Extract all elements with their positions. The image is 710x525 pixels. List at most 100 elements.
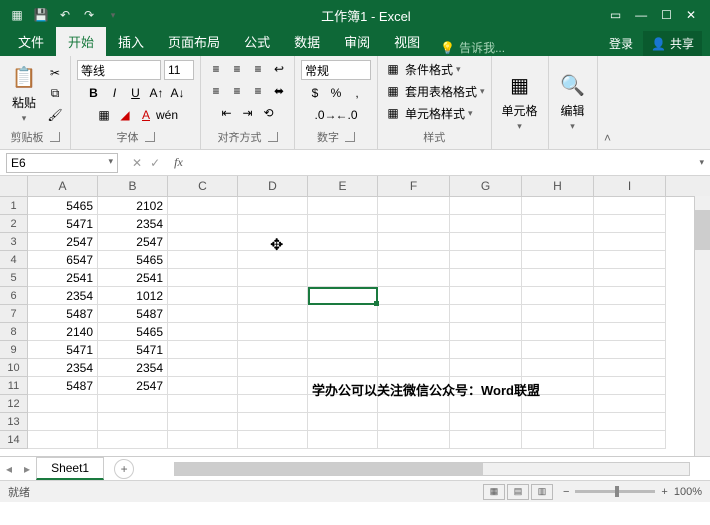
- qat-dropdown-icon[interactable]: ▾: [104, 6, 122, 24]
- cell[interactable]: [522, 323, 594, 341]
- cell[interactable]: [450, 197, 522, 215]
- cell[interactable]: [308, 323, 378, 341]
- column-header[interactable]: F: [378, 176, 450, 196]
- cell[interactable]: [594, 323, 666, 341]
- expand-formula-icon[interactable]: ▾: [693, 157, 710, 168]
- cell[interactable]: 2102: [98, 197, 168, 215]
- cell[interactable]: 5465: [98, 251, 168, 269]
- launcher-icon[interactable]: [50, 132, 60, 142]
- cell[interactable]: 5471: [28, 215, 98, 233]
- row-header[interactable]: 11: [0, 377, 28, 395]
- tab-insert[interactable]: 插入: [106, 27, 156, 56]
- cut-icon[interactable]: ✂: [46, 64, 64, 82]
- cell[interactable]: [450, 215, 522, 233]
- cell[interactable]: 5487: [28, 305, 98, 323]
- conditional-format-button[interactable]: ▦条件格式▾: [384, 60, 461, 78]
- font-color-icon[interactable]: A: [137, 106, 155, 124]
- redo-icon[interactable]: ↷: [80, 6, 98, 24]
- cell[interactable]: [238, 413, 308, 431]
- launcher-icon[interactable]: [345, 132, 355, 142]
- cell[interactable]: [594, 359, 666, 377]
- row-header[interactable]: 6: [0, 287, 28, 305]
- cell[interactable]: 5471: [98, 341, 168, 359]
- cell[interactable]: [522, 215, 594, 233]
- cell[interactable]: [378, 287, 450, 305]
- cell[interactable]: 5465: [28, 197, 98, 215]
- paste-button[interactable]: 📋 粘贴 ▾: [6, 64, 42, 124]
- launcher-icon[interactable]: [268, 132, 278, 142]
- number-format-select[interactable]: [301, 60, 371, 80]
- cell[interactable]: [594, 233, 666, 251]
- cell[interactable]: [450, 287, 522, 305]
- cell[interactable]: [168, 251, 238, 269]
- tab-review[interactable]: 审阅: [332, 27, 382, 56]
- accounting-icon[interactable]: $: [306, 84, 324, 102]
- add-sheet-button[interactable]: +: [114, 459, 134, 479]
- cell[interactable]: [378, 359, 450, 377]
- cell[interactable]: [238, 395, 308, 413]
- cell[interactable]: [308, 413, 378, 431]
- cell[interactable]: [378, 197, 450, 215]
- maximize-icon[interactable]: ☐: [661, 8, 672, 22]
- border-icon[interactable]: ▦: [95, 106, 113, 124]
- zoom-slider[interactable]: [575, 490, 655, 493]
- cell[interactable]: [308, 431, 378, 449]
- zoom-level[interactable]: 100%: [674, 486, 702, 498]
- column-header[interactable]: G: [450, 176, 522, 196]
- cell[interactable]: [594, 431, 666, 449]
- underline-button[interactable]: U: [127, 84, 145, 102]
- cell[interactable]: [238, 251, 308, 269]
- cell[interactable]: [594, 305, 666, 323]
- cell[interactable]: [168, 197, 238, 215]
- cell[interactable]: [168, 359, 238, 377]
- bold-button[interactable]: B: [85, 84, 103, 102]
- column-header[interactable]: B: [98, 176, 168, 196]
- cell[interactable]: [378, 413, 450, 431]
- cell[interactable]: 2547: [28, 233, 98, 251]
- cell[interactable]: [308, 269, 378, 287]
- login-link[interactable]: 登录: [609, 35, 633, 52]
- cell[interactable]: [378, 233, 450, 251]
- row-header[interactable]: 10: [0, 359, 28, 377]
- cell[interactable]: [522, 287, 594, 305]
- cell[interactable]: [168, 233, 238, 251]
- row-header[interactable]: 12: [0, 395, 28, 413]
- merge-icon[interactable]: ⬌: [270, 82, 288, 100]
- page-layout-view-icon[interactable]: ▤: [507, 484, 529, 500]
- vertical-scrollbar[interactable]: [694, 196, 710, 456]
- cell[interactable]: [168, 431, 238, 449]
- cell[interactable]: [308, 359, 378, 377]
- cell[interactable]: [98, 395, 168, 413]
- align-top-icon[interactable]: ≡: [207, 60, 225, 78]
- cell[interactable]: [522, 233, 594, 251]
- cell[interactable]: [594, 197, 666, 215]
- minimize-icon[interactable]: ―: [635, 8, 647, 22]
- wrap-text-icon[interactable]: ↩: [270, 60, 288, 78]
- cell[interactable]: [308, 251, 378, 269]
- cell[interactable]: 2541: [98, 269, 168, 287]
- cell[interactable]: [168, 413, 238, 431]
- cell[interactable]: [594, 341, 666, 359]
- cell[interactable]: 2354: [28, 359, 98, 377]
- cell[interactable]: [450, 341, 522, 359]
- cell[interactable]: [238, 215, 308, 233]
- cell[interactable]: [522, 197, 594, 215]
- cell[interactable]: [168, 323, 238, 341]
- cell[interactable]: [238, 323, 308, 341]
- row-header[interactable]: 3: [0, 233, 28, 251]
- cell[interactable]: [308, 305, 378, 323]
- cell[interactable]: [594, 377, 666, 395]
- cell[interactable]: 2547: [98, 377, 168, 395]
- page-break-view-icon[interactable]: ▥: [531, 484, 553, 500]
- align-left-icon[interactable]: ≡: [207, 82, 225, 100]
- cell[interactable]: [168, 287, 238, 305]
- share-button[interactable]: 👤 共享: [643, 31, 702, 56]
- cell[interactable]: 5465: [98, 323, 168, 341]
- sheet-tab[interactable]: Sheet1: [36, 457, 104, 480]
- cell[interactable]: [450, 431, 522, 449]
- tab-formulas[interactable]: 公式: [232, 27, 282, 56]
- column-header[interactable]: C: [168, 176, 238, 196]
- tab-file[interactable]: 文件: [6, 27, 56, 56]
- tab-view[interactable]: 视图: [382, 27, 432, 56]
- fx-icon[interactable]: fx: [168, 155, 189, 170]
